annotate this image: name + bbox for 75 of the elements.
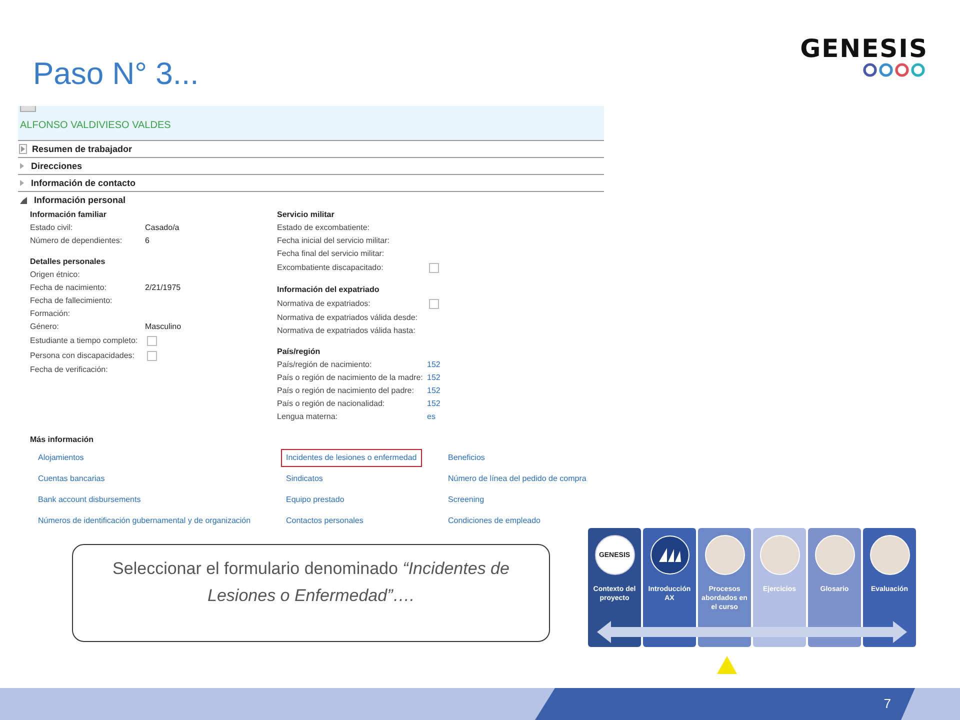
section-header[interactable]: Información personal xyxy=(18,191,604,208)
double-arrow-icon xyxy=(597,620,907,644)
field-value: Casado/a xyxy=(145,223,180,232)
triangle-icon xyxy=(717,656,737,674)
section-header[interactable]: Información de contacto xyxy=(18,174,604,191)
checkbox[interactable] xyxy=(429,298,439,308)
page-number: 7 xyxy=(884,696,891,711)
form-link[interactable]: Bank account disbursements xyxy=(33,491,146,509)
field-label: País o región de nacimiento del padre: xyxy=(277,386,415,395)
field-link[interactable]: es xyxy=(427,412,436,421)
form-link[interactable]: Contactos personales xyxy=(281,512,368,530)
field-label: Origen étnico: xyxy=(30,270,81,279)
checkbox[interactable] xyxy=(147,350,157,360)
expand-triangle-icon xyxy=(20,163,24,169)
photo-placeholder xyxy=(814,535,854,575)
checkbox[interactable] xyxy=(429,262,439,272)
field-label: Fecha de nacimiento: xyxy=(30,283,108,292)
field-label: Género: xyxy=(30,322,60,331)
field-value: 6 xyxy=(145,236,150,245)
field-label: Lengua materna: xyxy=(277,412,338,421)
field-link[interactable]: 152 xyxy=(427,399,440,408)
field-label: País o región de nacimiento de la madre: xyxy=(277,373,424,382)
field-label: Estado de excombatiente: xyxy=(277,223,371,232)
section-header[interactable]: Direcciones xyxy=(18,157,604,174)
photo-placeholder xyxy=(760,535,800,575)
form-link[interactable]: Sindicatos xyxy=(281,470,328,488)
field-label: Número de dependientes: xyxy=(30,236,124,245)
field-label: Fecha final del servicio militar: xyxy=(277,249,386,258)
form-link[interactable]: Cuentas bancarias xyxy=(33,470,110,488)
form-link[interactable]: Número de línea del pedido de compra xyxy=(443,470,592,488)
field-link[interactable]: 152 xyxy=(427,386,440,395)
field-label: Estudiante a tiempo completo: xyxy=(30,336,139,345)
form-link[interactable]: Condiciones de empleado xyxy=(443,512,546,530)
photo-placeholder xyxy=(870,535,910,575)
expand-triangle-icon xyxy=(20,180,24,186)
field-label: Estado civil: xyxy=(30,223,74,232)
checkbox[interactable] xyxy=(147,336,157,346)
field-label: Excombatiente discapacitado: xyxy=(277,263,384,272)
field-label: Formación: xyxy=(30,309,72,318)
photo-placeholder xyxy=(704,535,744,575)
field-link[interactable]: 152 xyxy=(427,373,440,382)
expand-triangle-icon xyxy=(21,146,25,152)
field-value: Masculino xyxy=(145,322,182,331)
field-link[interactable]: 152 xyxy=(427,360,440,369)
form-link[interactable]: Incidentes de lesiones o enfermedad xyxy=(281,449,422,467)
field-label: Normativa de expatriados válida hasta: xyxy=(277,326,416,335)
field-label: Fecha de fallecimiento: xyxy=(30,296,114,305)
field-label: Fecha de verificación: xyxy=(30,365,109,374)
form-link[interactable]: Beneficios xyxy=(443,449,490,467)
slide-title: Paso N° 3... xyxy=(33,56,199,92)
field-label: Persona con discapacidades: xyxy=(30,351,136,360)
callout-text: Seleccionar el formulario denominado “Incidentes de Lesiones o Enfermedad”…. xyxy=(72,544,550,642)
field-label: País/región de nacimiento: xyxy=(277,360,373,369)
form-link[interactable]: Screening xyxy=(443,491,490,509)
field-value: 2/21/1975 xyxy=(145,283,181,292)
sails-icon xyxy=(650,535,690,575)
form-link[interactable]: Números de identificación gubernamental y de organización xyxy=(33,512,256,530)
field-label: Normativa de expatriados: xyxy=(277,299,372,308)
group-heading: Detalles personales xyxy=(30,256,106,268)
group-heading: Información familiar xyxy=(30,209,108,221)
form-link[interactable]: Equipo prestado xyxy=(281,491,350,509)
record-name: ALFONSO VALDIVIESO VALDES xyxy=(20,120,171,131)
logo-wordmark: GENESIS xyxy=(800,36,928,62)
rings-icon xyxy=(862,62,926,78)
field-label: Fecha inicial del servicio militar: xyxy=(277,236,390,245)
record-icon xyxy=(20,106,36,112)
collapse-triangle-icon xyxy=(20,196,27,204)
group-heading: País/región xyxy=(277,346,322,358)
group-heading: Información del expatriado xyxy=(277,284,380,296)
group-heading: Servicio militar xyxy=(277,209,336,221)
group-heading: Más información xyxy=(30,434,95,446)
field-label: País o región de nacionalidad: xyxy=(277,399,386,408)
section-header[interactable]: Resumen de trabajador xyxy=(18,140,604,157)
form-link[interactable]: Alojamientos xyxy=(33,449,89,467)
field-label: Normativa de expatriados válida desde: xyxy=(277,313,419,322)
